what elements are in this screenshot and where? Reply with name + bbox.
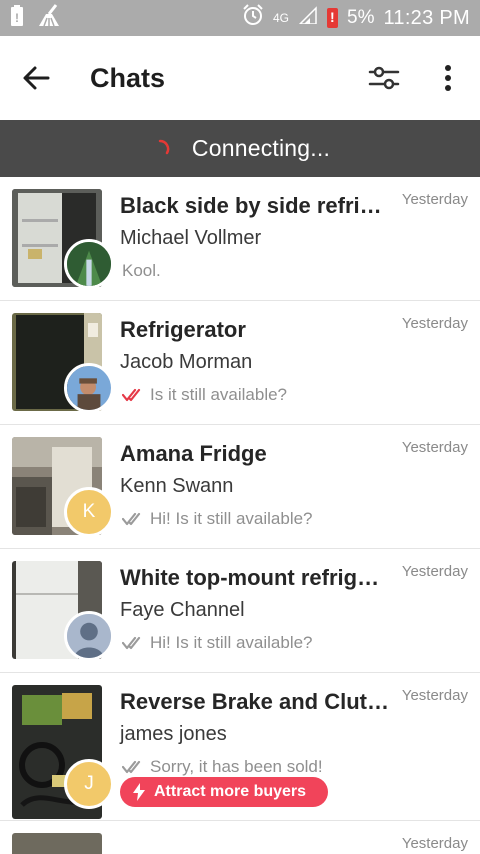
chat-time: Yesterday xyxy=(401,315,468,332)
chat-list: Black side by side refrigerator Yesterda… xyxy=(0,177,480,854)
more-options-button[interactable] xyxy=(416,36,480,120)
chat-item[interactable]: Yesterday xyxy=(0,821,480,854)
chat-time: Yesterday xyxy=(401,439,468,456)
chat-item[interactable]: J Reverse Brake and Clutch Yesterday jam… xyxy=(0,673,480,821)
chat-user-name: Faye Channel xyxy=(120,599,245,621)
avatar-initial: J xyxy=(84,773,94,794)
network-type-label: 4G xyxy=(272,11,289,25)
chat-time: Yesterday xyxy=(401,563,468,580)
back-arrow-icon xyxy=(23,66,50,90)
chat-user-name: Kenn Swann xyxy=(120,475,234,497)
attract-buyers-button[interactable]: Attract more buyers xyxy=(120,777,328,807)
double-check-icon xyxy=(122,512,141,526)
chat-item[interactable]: Black side by side refrigerator Yesterda… xyxy=(0,177,480,301)
chat-title: Refrigerator xyxy=(120,317,246,342)
chat-user-name: Michael Vollmer xyxy=(120,227,262,249)
chat-time: Yesterday xyxy=(401,191,468,208)
chat-item[interactable]: K Amana Fridge Yesterday Kenn Swann Hi! … xyxy=(0,425,480,549)
filter-button[interactable] xyxy=(352,36,416,120)
lightning-bolt-icon xyxy=(133,783,145,801)
more-vert-icon xyxy=(445,65,451,91)
connection-banner: Connecting... xyxy=(0,120,480,177)
filter-sliders-icon xyxy=(368,66,400,90)
cleaner-broom-icon xyxy=(36,3,62,33)
chat-time: Yesterday xyxy=(401,687,468,704)
avatar: K xyxy=(64,487,114,537)
double-check-icon xyxy=(122,636,141,650)
chat-item[interactable]: Refrigerator Yesterday Jacob Morman Is i… xyxy=(0,301,480,425)
chat-title: Black side by side refrigerator xyxy=(120,193,390,218)
clock-time: 11:23 PM xyxy=(383,6,470,29)
avatar-initial: K xyxy=(82,501,96,522)
battery-percent: 5% xyxy=(347,7,375,28)
default-user-icon xyxy=(67,614,111,658)
avatar: J xyxy=(64,759,114,809)
chat-user-name: Jacob Morman xyxy=(120,351,253,373)
avatar xyxy=(64,363,114,413)
alarm-clock-icon xyxy=(242,4,264,32)
connection-status-text: Connecting... xyxy=(191,135,331,161)
chat-title: Reverse Brake and Clutch xyxy=(120,689,390,714)
svg-text:!: ! xyxy=(15,11,19,25)
page-title: Chats xyxy=(90,62,166,93)
chat-last-message: Sorry, it has been sold! xyxy=(122,757,323,777)
status-bar: ! 4G 5% 11:23 PM xyxy=(0,0,480,36)
back-button[interactable] xyxy=(0,36,72,120)
message-text: Hi! Is it still available? xyxy=(150,633,313,652)
chat-last-message: Hi! Is it still available? xyxy=(122,509,313,529)
listing-thumbnail xyxy=(12,833,102,854)
message-text: Hi! Is it still available? xyxy=(150,509,313,528)
chat-last-message: Kool. xyxy=(122,261,161,281)
chat-title: White top-mount refrigerator xyxy=(120,565,390,590)
battery-low-icon xyxy=(327,8,338,28)
chat-item[interactable]: White top-mount refrigerator Yesterday F… xyxy=(0,549,480,673)
signal-icon xyxy=(298,6,318,30)
message-text: Kool. xyxy=(122,261,161,280)
double-check-read-icon xyxy=(122,388,141,402)
attract-buyers-label: Attract more buyers xyxy=(154,783,307,800)
avatar xyxy=(64,611,114,661)
chat-title: Amana Fridge xyxy=(120,441,267,466)
double-check-icon xyxy=(122,760,141,774)
chat-last-message: Hi! Is it still available? xyxy=(122,633,313,653)
message-text: Sorry, it has been sold! xyxy=(150,757,323,776)
battery-alert-icon: ! xyxy=(10,4,24,32)
chat-time: Yesterday xyxy=(401,835,468,852)
app-bar: Chats xyxy=(0,36,480,120)
loading-spinner-icon xyxy=(158,139,170,154)
chat-last-message: Is it still available? xyxy=(122,385,287,405)
message-text: Is it still available? xyxy=(150,385,288,404)
avatar xyxy=(64,239,114,289)
chat-user-name: james jones xyxy=(120,723,227,745)
